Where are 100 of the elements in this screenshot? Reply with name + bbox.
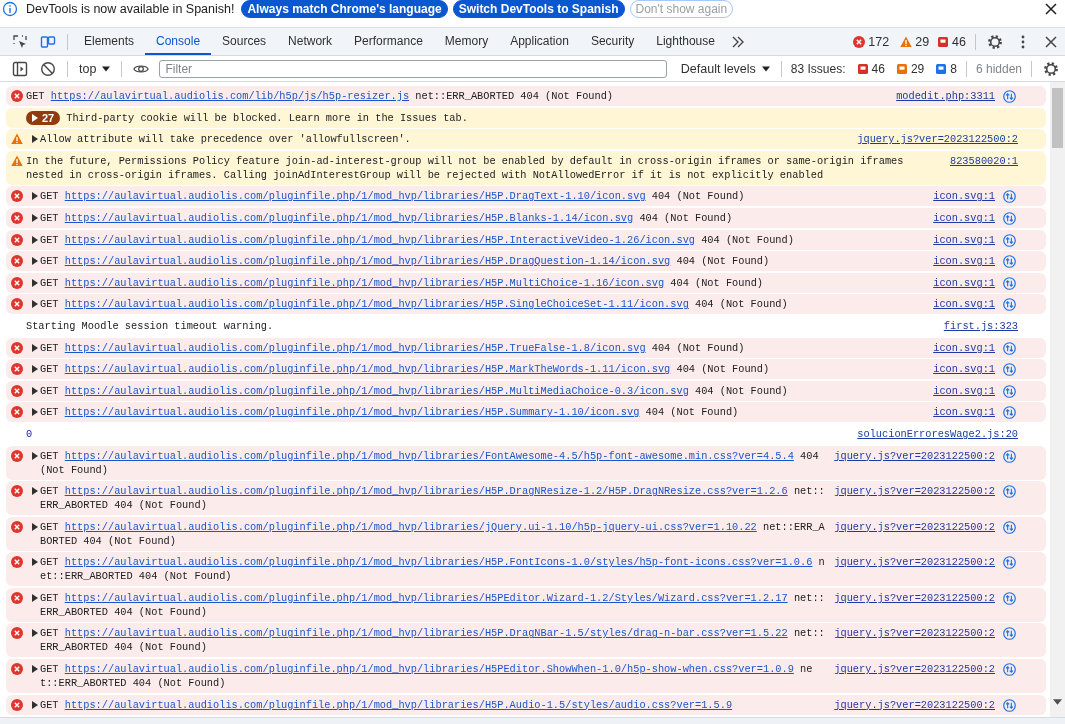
panel-tab[interactable]: Sources bbox=[211, 28, 278, 55]
source-link[interactable]: icon.svg:1 bbox=[933, 362, 995, 377]
network-request-icon[interactable] bbox=[1003, 90, 1016, 103]
panel-tab[interactable]: Application bbox=[499, 28, 580, 55]
inspect-icon[interactable] bbox=[12, 33, 28, 50]
url-link[interactable]: https://aulavirtual.audiolis.com/pluginfile.php/1/mod_hvp/libraries/jQuery.ui-1.10/h5p-jquery-ui.css?ver=1.10.22 bbox=[64, 520, 757, 533]
network-request-icon[interactable] bbox=[1003, 190, 1016, 204]
network-request-icon[interactable] bbox=[1003, 298, 1016, 312]
source-link[interactable]: icon.svg:1 bbox=[933, 254, 995, 269]
expand-triangle-icon[interactable] bbox=[32, 257, 38, 266]
settings-icon[interactable] bbox=[987, 33, 1003, 50]
network-request-icon[interactable] bbox=[1003, 485, 1016, 499]
url-link[interactable]: https://aulavirtual.audiolis.com/lib/h5p/js/h5p-resizer.js bbox=[50, 90, 410, 102]
source-link[interactable]: first.js:323 bbox=[943, 318, 1018, 333]
scroll-down-icon[interactable] bbox=[1053, 699, 1062, 705]
scrollbar-thumb[interactable] bbox=[1052, 88, 1063, 148]
source-link[interactable]: icon.svg:1 bbox=[933, 189, 995, 204]
panel-tab[interactable]: Network bbox=[277, 28, 344, 55]
source-link[interactable]: jquery.js?ver=2023122500:2 bbox=[834, 484, 995, 499]
url-link[interactable]: https://aulavirtual.audiolis.com/pluginfile.php/1/mod_hvp/libraries/H5P.Blanks-1.14/icon.svg bbox=[64, 211, 634, 224]
expand-triangle-icon[interactable] bbox=[32, 135, 38, 144]
network-request-icon[interactable] bbox=[1003, 276, 1016, 290]
url-link[interactable]: https://aulavirtual.audiolis.com/pluginfile.php/1/mod_hvp/libraries/H5PEditor.ShowWhen-1.0/h5p-show-when.css?ver=1.0.9 bbox=[64, 663, 794, 676]
network-request-icon[interactable] bbox=[1003, 233, 1016, 247]
clear-console-icon[interactable] bbox=[40, 60, 56, 77]
expand-triangle-icon[interactable] bbox=[32, 213, 38, 222]
url-link[interactable]: https://aulavirtual.audiolis.com/pluginfile.php/1/mod_hvp/libraries/FontAwesome-4.5/h5p-font-awesome.min.css?ver=4.5.4 bbox=[64, 449, 794, 462]
url-link[interactable]: https://aulavirtual.audiolis.com/pluginfile.php/1/mod_hvp/libraries/H5P.MarkTheWords-1.11/icon.svg bbox=[64, 363, 671, 376]
source-link[interactable]: icon.svg:1 bbox=[933, 405, 995, 420]
network-request-icon[interactable] bbox=[1003, 363, 1016, 377]
url-link[interactable]: https://aulavirtual.audiolis.com/pluginfile.php/1/mod_hvp/libraries/H5P.MultiChoice-1.16/icon.svg bbox=[64, 276, 665, 289]
expand-triangle-icon[interactable] bbox=[32, 408, 38, 417]
expand-triangle-icon[interactable] bbox=[32, 278, 38, 287]
panel-tab[interactable]: Performance bbox=[343, 28, 434, 55]
expand-triangle-icon[interactable] bbox=[32, 665, 38, 674]
url-link[interactable]: https://aulavirtual.audiolis.com/pluginfile.php/1/mod_hvp/libraries/H5PEditor.Wizard-1.2/Styles/Wizard.css?ver=1.2.17 bbox=[64, 591, 788, 604]
source-link[interactable]: icon.svg:1 bbox=[933, 340, 995, 355]
url-link[interactable]: https://aulavirtual.audiolis.com/pluginfile.php/1/mod_hvp/libraries/H5P.DragNResize-1.2/H5P.DragNResize.css?ver=1.2.6 bbox=[64, 485, 788, 498]
network-request-icon[interactable] bbox=[1003, 591, 1016, 605]
network-request-icon[interactable] bbox=[1003, 384, 1016, 398]
source-link[interactable]: icon.svg:1 bbox=[933, 232, 995, 247]
network-request-icon[interactable] bbox=[1003, 449, 1016, 463]
log-levels-dropdown[interactable]: Default levels bbox=[674, 61, 776, 76]
url-link[interactable]: https://aulavirtual.audiolis.com/pluginfile.php/1/mod_hvp/libraries/H5P.InteractiveVideo-1.26/icon.svg bbox=[64, 233, 695, 246]
expand-triangle-icon[interactable] bbox=[32, 700, 38, 709]
source-link[interactable]: jquery.js?ver=2023122500:2 bbox=[834, 626, 995, 641]
expand-triangle-icon[interactable] bbox=[32, 629, 38, 638]
expand-triangle-icon[interactable] bbox=[32, 386, 38, 395]
url-link[interactable]: https://aulavirtual.audiolis.com/pluginfile.php/1/mod_hvp/libraries/H5P.DragText-1.10/icon.svg bbox=[64, 190, 646, 203]
source-link[interactable]: jquery.js?ver=2023122500:2 bbox=[834, 590, 995, 605]
infobar-button[interactable]: Switch DevTools to Spanish bbox=[452, 0, 625, 18]
url-link[interactable]: https://aulavirtual.audiolis.com/pluginfile.php/1/mod_hvp/libraries/H5P.Summary-1.10/icon.svg bbox=[64, 406, 640, 419]
url-link[interactable]: https://aulavirtual.audiolis.com/pluginfile.php/1/mod_hvp/libraries/H5P.Audio-1.5/styles/audio.css?ver=1.5.9 bbox=[64, 698, 733, 711]
network-request-icon[interactable] bbox=[1003, 211, 1016, 225]
context-selector[interactable]: top bbox=[73, 61, 117, 76]
expand-triangle-icon[interactable] bbox=[32, 522, 38, 531]
cookie-count-badge[interactable]: 27 bbox=[26, 110, 61, 125]
source-link[interactable]: jquery.js?ver=2023122500:2 bbox=[857, 132, 1018, 147]
panel-tab[interactable]: Elements bbox=[73, 28, 146, 55]
network-request-icon[interactable] bbox=[1003, 663, 1016, 677]
filter-field[interactable]: Filter bbox=[159, 59, 667, 78]
expand-triangle-icon[interactable] bbox=[32, 451, 38, 460]
source-link[interactable]: icon.svg:1 bbox=[933, 297, 995, 312]
issues-counter[interactable]: 46 bbox=[933, 34, 970, 49]
error-warning-counter[interactable]: 172 29 bbox=[849, 34, 934, 49]
network-request-icon[interactable] bbox=[1003, 341, 1016, 355]
infobar-button[interactable]: Always match Chrome's language bbox=[241, 0, 448, 18]
source-link[interactable]: jquery.js?ver=2023122500:2 bbox=[834, 662, 995, 677]
issues-button[interactable]: 83 Issues: 46 29 8 bbox=[786, 61, 961, 76]
source-link[interactable]: solucionErroresWage2.js:20 bbox=[857, 426, 1018, 441]
url-link[interactable]: https://aulavirtual.audiolis.com/pluginfile.php/1/mod_hvp/libraries/H5P.MultiMediaChoice-0.3/icon.svg bbox=[64, 384, 689, 397]
panel-tab[interactable]: Security bbox=[579, 28, 646, 55]
expand-triangle-icon[interactable] bbox=[32, 192, 38, 201]
url-link[interactable]: https://aulavirtual.audiolis.com/pluginfile.php/1/mod_hvp/libraries/H5P.TrueFalse-1.8/icon.svg bbox=[64, 341, 646, 354]
expand-triangle-icon[interactable] bbox=[32, 300, 38, 309]
source-link[interactable]: jquery.js?ver=2023122500:2 bbox=[834, 697, 995, 712]
expand-triangle-icon[interactable] bbox=[32, 365, 38, 374]
expand-triangle-icon[interactable] bbox=[32, 593, 38, 602]
expand-triangle-icon[interactable] bbox=[32, 558, 38, 567]
network-request-icon[interactable] bbox=[1003, 255, 1016, 269]
source-link[interactable]: jquery.js?ver=2023122500:2 bbox=[834, 448, 995, 463]
source-link[interactable]: icon.svg:1 bbox=[933, 275, 995, 290]
panel-tab[interactable]: Lighthouse bbox=[645, 28, 726, 55]
panel-tab[interactable]: Console bbox=[145, 28, 212, 55]
network-request-icon[interactable] bbox=[1003, 520, 1016, 534]
network-request-icon[interactable] bbox=[1003, 627, 1016, 641]
network-request-icon[interactable] bbox=[1003, 556, 1016, 570]
source-link[interactable]: 823580020:1 bbox=[950, 153, 1018, 168]
expand-triangle-icon[interactable] bbox=[32, 235, 38, 244]
expand-triangle-icon[interactable] bbox=[32, 343, 38, 352]
source-link[interactable]: icon.svg:1 bbox=[933, 383, 995, 398]
source-link[interactable]: jquery.js?ver=2023122500:2 bbox=[834, 519, 995, 534]
url-link[interactable]: https://aulavirtual.audiolis.com/pluginfile.php/1/mod_hvp/libraries/H5P.DragNBar-1.5/styles/drag-n-bar.css?ver=1.5.22 bbox=[64, 627, 788, 640]
scrollbar[interactable] bbox=[1050, 82, 1065, 717]
source-link[interactable]: icon.svg:1 bbox=[933, 210, 995, 225]
device-toolbar-icon[interactable] bbox=[40, 33, 56, 50]
network-request-icon[interactable] bbox=[1003, 698, 1016, 712]
sidebar-toggle-icon[interactable] bbox=[12, 60, 28, 77]
source-link[interactable]: modedit.php:3311 bbox=[896, 89, 995, 103]
source-link[interactable]: jquery.js?ver=2023122500:2 bbox=[834, 555, 995, 570]
